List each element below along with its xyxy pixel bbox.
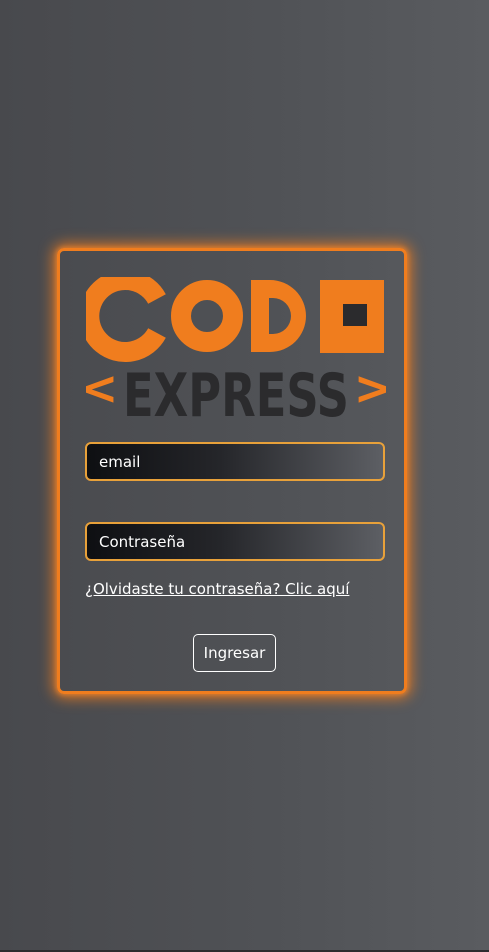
email-field[interactable] (85, 442, 385, 481)
login-card: < EXPRESS > ¿Olvidaste tu contraseña? Cl… (57, 248, 407, 694)
logo-wordmark-express: EXPRESS (123, 361, 349, 420)
logo-bracket-right: > (354, 361, 386, 415)
code-express-logo: < EXPRESS > (86, 277, 386, 420)
logo-bracket-left: < (86, 361, 118, 415)
password-field[interactable] (85, 522, 385, 561)
login-submit-button[interactable]: Ingresar (193, 634, 276, 672)
forgot-password-link[interactable]: ¿Olvidaste tu contraseña? Clic aquí (85, 580, 349, 598)
